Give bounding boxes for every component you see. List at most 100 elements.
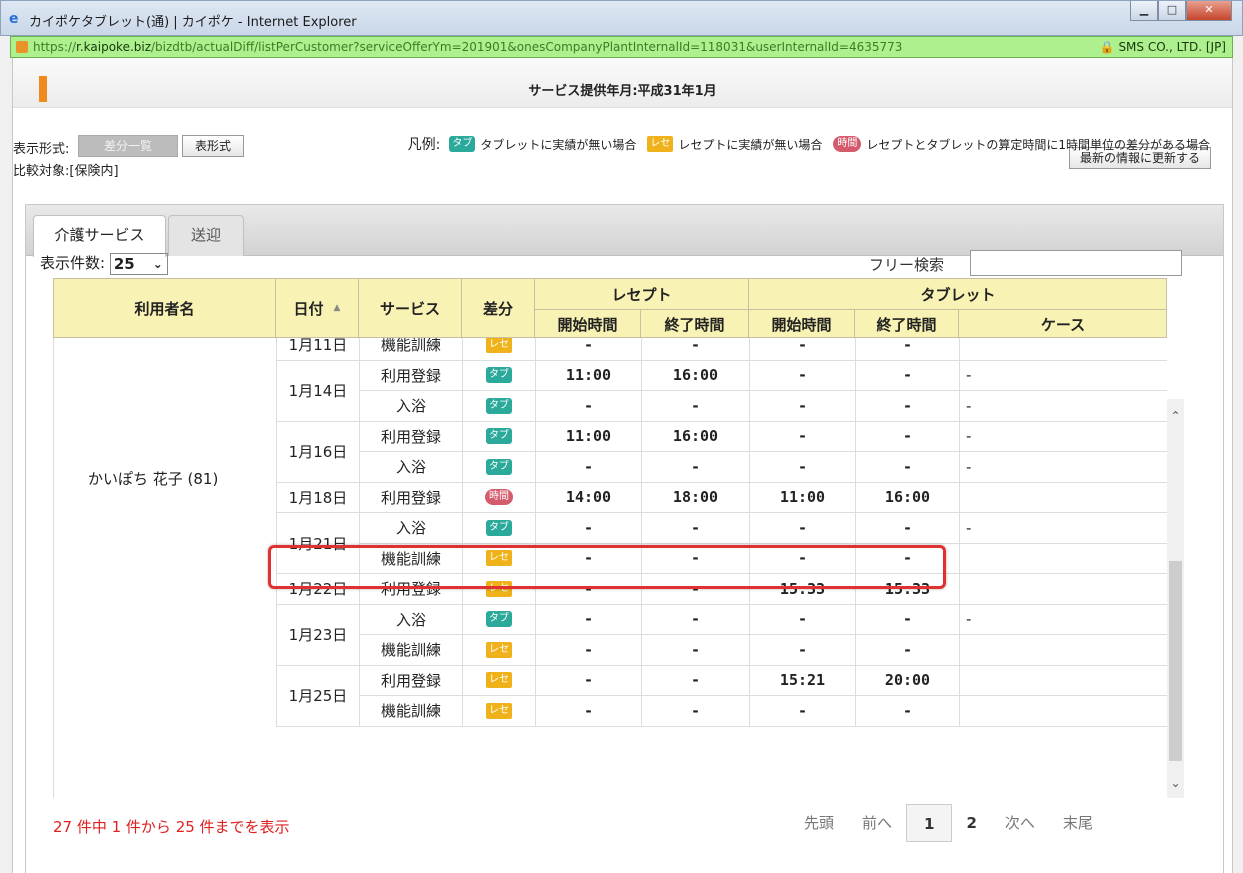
diff-list-button[interactable]: 差分一覧	[78, 135, 178, 157]
tablet-start-cell: -	[749, 338, 855, 360]
col-diff[interactable]: 差分	[462, 279, 535, 337]
table-row[interactable]: 入浴 タブ - - - - -	[359, 452, 1167, 483]
pager-first[interactable]: 先頭	[790, 804, 848, 842]
diff-cell: レセ	[462, 635, 535, 665]
address-bar[interactable]: https://r.kaipoke.biz/bizdtb/actualDiff/…	[10, 36, 1233, 58]
scroll-down-icon[interactable]: ⌄	[1167, 776, 1184, 790]
diff-badge: レセ	[486, 672, 512, 689]
legend-badge-tab: タブ	[449, 136, 476, 152]
col-service[interactable]: サービス	[359, 279, 462, 337]
receipt-end-cell: -	[641, 543, 749, 573]
table-format-button[interactable]: 表形式	[182, 135, 244, 157]
legend-badge-rece: レセ	[647, 136, 674, 152]
certificate-label[interactable]: 🔒 SMS CO., LTD. [JP]	[1100, 40, 1226, 54]
period-header: サービス提供年月:平成31年1月	[13, 58, 1232, 108]
col-date[interactable]: 日付 ▲	[276, 279, 359, 337]
date-cell: 1月18日	[276, 482, 359, 513]
scroll-up-icon[interactable]: ⌃	[1167, 409, 1184, 423]
case-cell	[959, 696, 1167, 726]
service-cell: 機能訓練	[359, 543, 462, 573]
tab-care-service[interactable]: 介護サービス	[33, 215, 166, 257]
date-cell: 1月16日	[276, 421, 359, 483]
service-cell: 利用登録	[359, 421, 462, 451]
col-receipt-start[interactable]: 開始時間	[535, 309, 641, 338]
pagination: 先頭 前へ 1 2 次へ 末尾	[790, 804, 1107, 842]
page-size-value: 25	[113, 254, 135, 273]
service-cell: 利用登録	[359, 360, 462, 390]
table-scrollbar[interactable]: ⌃ ⌄	[1167, 399, 1184, 798]
page-size-select[interactable]: 25 ⌄	[109, 252, 168, 275]
table-row[interactable]: 入浴 タブ - - - - -	[359, 513, 1167, 544]
tablet-start-cell: -	[749, 635, 855, 665]
table-row[interactable]: 入浴 タブ - - - - -	[359, 604, 1167, 635]
col-case[interactable]: ケース	[959, 309, 1167, 338]
col-date-label: 日付	[293, 299, 324, 318]
col-receipt-end[interactable]: 終了時間	[641, 309, 749, 338]
diff-cell: レセ	[462, 543, 535, 573]
scrollbar-thumb[interactable]	[1169, 561, 1182, 761]
date-cell: 1月21日	[276, 513, 359, 574]
user-name[interactable]: かいぽち 花子 (81)	[88, 468, 218, 489]
diff-cell: タブ	[462, 452, 535, 482]
table-row[interactable]: 利用登録 タブ 11:00 16:00- - -	[359, 421, 1167, 452]
col-receipt: レセプト	[535, 279, 749, 309]
table-row[interactable]: 入浴 タブ - - - - -	[359, 391, 1167, 422]
case-cell: -	[959, 452, 1167, 482]
diff-badge: タブ	[486, 397, 512, 414]
receipt-end-cell: -	[641, 665, 749, 695]
date-cell: 1月14日	[276, 360, 359, 422]
legend-text-time: レセプトとタブレットの算定時間に1時間単位の差分がある場合	[866, 137, 1210, 152]
record-count: 27 件中 1 件から 25 件までを表示	[53, 818, 290, 836]
receipt-start-cell: -	[535, 604, 641, 634]
case-cell	[959, 665, 1167, 695]
table-row[interactable]: 機能訓練 レセ - - - -	[359, 543, 1167, 574]
diff-cell: レセ	[462, 574, 535, 604]
url-host: r.kaipoke.biz	[76, 40, 152, 54]
table-row[interactable]: 利用登録 タブ 11:00 16:00- - -	[359, 360, 1167, 391]
pager-next[interactable]: 次へ	[991, 804, 1049, 842]
address-url[interactable]: https://r.kaipoke.biz/bizdtb/actualDiff/…	[33, 40, 913, 54]
pager-page-2[interactable]: 2	[952, 804, 990, 842]
col-tablet-start[interactable]: 開始時間	[749, 309, 855, 338]
tablet-end-cell: -	[855, 635, 959, 665]
pager-last[interactable]: 末尾	[1049, 804, 1107, 842]
search-input[interactable]	[970, 250, 1182, 276]
case-cell	[959, 482, 1167, 512]
diff-badge: タブ	[486, 519, 512, 536]
service-cell: 機能訓練	[359, 696, 462, 726]
table-row[interactable]: 利用登録 レセ - -15:33 15:33	[359, 574, 1167, 605]
service-cell: 機能訓練	[359, 338, 462, 360]
tablet-start-cell: -	[749, 360, 855, 390]
receipt-start-cell: -	[535, 635, 641, 665]
service-cell: 機能訓練	[359, 635, 462, 665]
tablet-end-cell: 16:00	[855, 482, 959, 512]
date-cell: 1月22日	[276, 574, 359, 605]
case-cell: -	[959, 604, 1167, 634]
tablet-end-cell: -	[855, 452, 959, 482]
pager-prev[interactable]: 前へ	[848, 804, 906, 842]
receipt-start-cell: -	[535, 696, 641, 726]
minimize-button[interactable]: ▁	[1130, 1, 1158, 21]
table-row[interactable]: 機能訓練 レセ - - - -	[359, 635, 1167, 666]
table-row[interactable]: 機能訓練 レセ - - - -	[359, 696, 1167, 727]
tablet-end-cell: 20:00	[855, 665, 959, 695]
col-user-name[interactable]: 利用者名	[54, 279, 276, 337]
receipt-end-cell: -	[641, 452, 749, 482]
receipt-start-cell: 14:00	[535, 482, 641, 512]
tablet-start-cell: -	[749, 452, 855, 482]
tab-transport[interactable]: 送迎	[168, 215, 244, 256]
diff-badge: レセ	[486, 338, 512, 353]
table-row[interactable]: 機能訓練 レセ - - - -	[359, 338, 1167, 361]
table-row[interactable]: 利用登録 時間 14:00 18:00 11:00 16:00	[359, 482, 1167, 513]
diff-cell: タブ	[462, 391, 535, 421]
pager-page-1[interactable]: 1	[906, 804, 953, 842]
case-cell: -	[959, 421, 1167, 451]
service-cell: 入浴	[359, 604, 462, 634]
receipt-start-cell: -	[535, 665, 641, 695]
table-row[interactable]: 利用登録 レセ - -15:21 20:00	[359, 665, 1167, 696]
close-button[interactable]: ✕	[1186, 1, 1232, 21]
receipt-end-cell: -	[641, 338, 749, 360]
diff-badge: レセ	[486, 580, 512, 597]
maximize-button[interactable]: □	[1158, 1, 1186, 21]
col-tablet-end[interactable]: 終了時間	[855, 309, 959, 338]
